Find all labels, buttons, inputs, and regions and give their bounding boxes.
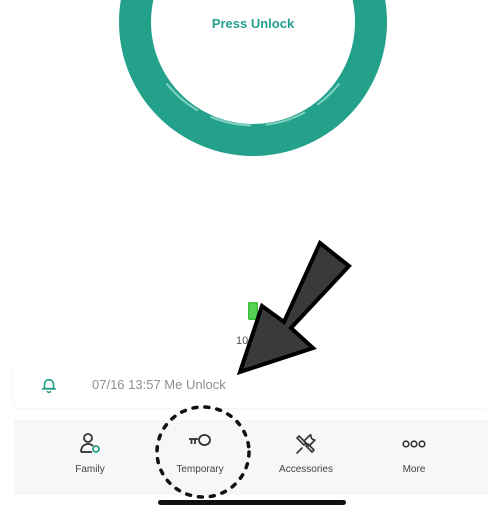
tools-icon bbox=[296, 434, 316, 454]
battery-icon bbox=[248, 302, 258, 320]
unlock-label: Press Unlock bbox=[211, 16, 295, 31]
nav-label-accessories: Accessories bbox=[279, 464, 333, 475]
home-indicator bbox=[158, 500, 346, 505]
latest-log-card[interactable]: 07/16 13:57 Me Unlock bbox=[14, 362, 488, 408]
family-icon bbox=[80, 433, 100, 453]
nav-label-more: More bbox=[402, 464, 426, 475]
battery-level-text: 10 bbox=[236, 335, 249, 347]
nav-item-temporary[interactable]: Temporary bbox=[150, 420, 250, 495]
nav-item-accessories[interactable]: Accessories bbox=[256, 420, 356, 495]
bottom-nav: Family Temporary Accessories More bbox=[14, 420, 488, 495]
more-dots-icon bbox=[402, 440, 426, 448]
lock-app-screen: Press Unlock 10 07/16 13:57 Me Unlock Fa… bbox=[0, 0, 488, 505]
nav-item-more[interactable]: More bbox=[364, 420, 464, 495]
nav-label-family: Family bbox=[75, 464, 105, 475]
nav-item-family[interactable]: Family bbox=[40, 420, 140, 495]
bell-icon bbox=[41, 378, 57, 394]
key-icon bbox=[189, 434, 211, 446]
log-entry-text: 07/16 13:57 Me Unlock bbox=[92, 377, 226, 392]
unlock-button[interactable]: Press Unlock bbox=[119, 0, 387, 156]
nav-label-temporary: Temporary bbox=[176, 464, 224, 475]
